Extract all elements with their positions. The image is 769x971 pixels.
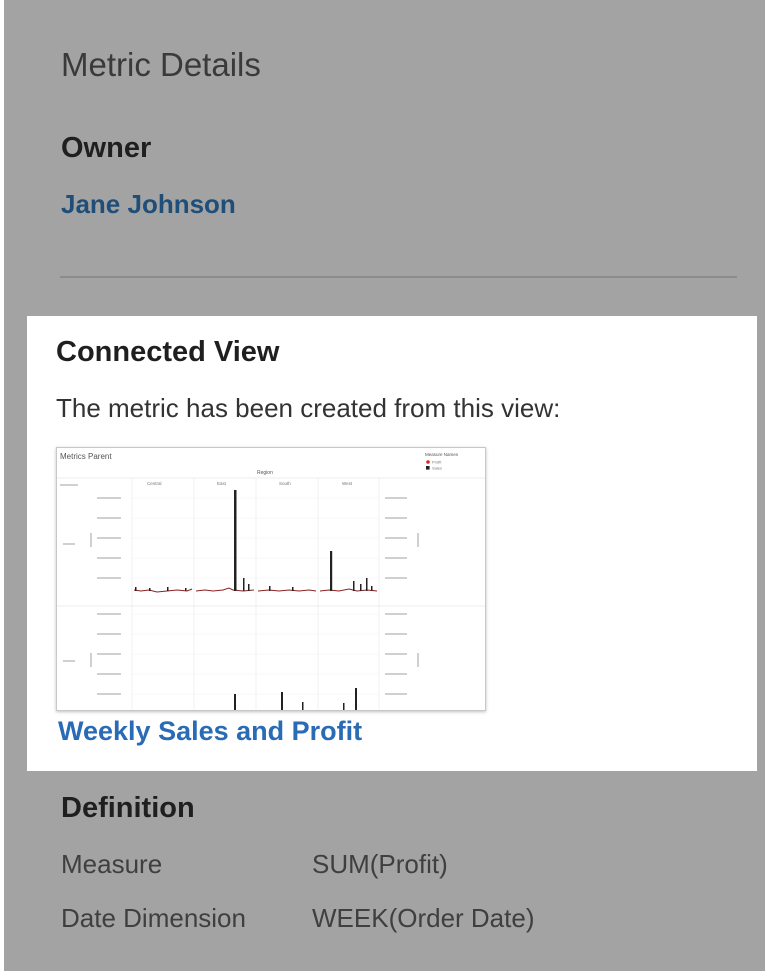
legend-profit-swatch — [426, 460, 430, 464]
connected-view-description: The metric has been created from this vi… — [56, 393, 561, 423]
legend-profit-label: Profit — [432, 460, 442, 465]
thumbnail-chart: Metrics Parent Region Central East South… — [57, 452, 485, 710]
thumbnail-column-header: Region — [257, 470, 273, 476]
connected-view-link[interactable]: Weekly Sales and Profit — [58, 716, 362, 747]
date-dimension-label: Date Dimension — [61, 903, 246, 933]
view-thumbnail[interactable]: Metrics Parent Region Central East South… — [56, 447, 486, 711]
measure-value: SUM(Profit) — [312, 849, 448, 879]
thumbnail-title: Metrics Parent — [60, 452, 112, 461]
legend-sales-label: Sales — [432, 466, 442, 471]
thumbnail-legend-title: Measure Names — [425, 452, 459, 457]
owner-name-link[interactable]: Jane Johnson — [61, 189, 236, 220]
connected-view-heading: Connected View — [56, 336, 280, 368]
metric-details-panel: Metric Details Owner Jane Johnson Defini… — [0, 0, 769, 971]
thumbnail-region-label: West — [342, 481, 353, 486]
thumbnail-region-label: East — [217, 481, 227, 486]
thumbnail-region-label: South — [279, 481, 291, 486]
panel-title: Metric Details — [61, 46, 261, 83]
measure-label: Measure — [61, 849, 163, 879]
legend-sales-swatch — [426, 466, 430, 470]
definition-heading: Definition — [61, 792, 195, 824]
owner-heading: Owner — [61, 132, 152, 164]
date-dimension-value: WEEK(Order Date) — [312, 903, 535, 933]
connected-view-card: Connected View The metric has been creat… — [27, 316, 757, 771]
section-divider — [60, 276, 737, 278]
thumbnail-region-label: Central — [147, 481, 162, 486]
